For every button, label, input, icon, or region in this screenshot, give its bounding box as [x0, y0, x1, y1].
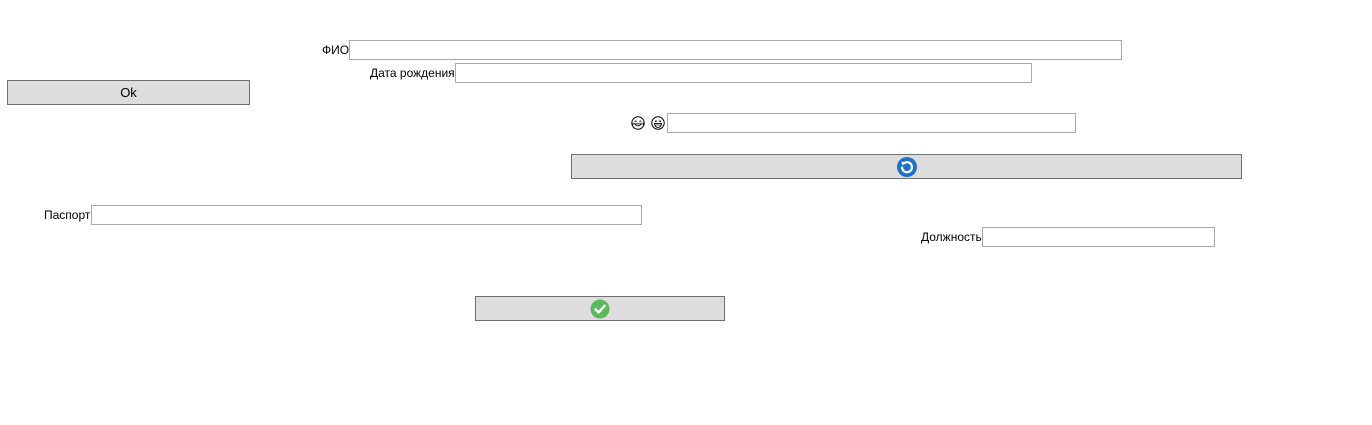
confirm-button[interactable]: [475, 296, 725, 321]
ok-button[interactable]: Ok: [7, 80, 250, 105]
position-input[interactable]: [982, 227, 1215, 247]
fio-input[interactable]: [349, 40, 1122, 60]
crying-laughing-face-icon: [631, 116, 645, 130]
passport-input[interactable]: [91, 205, 642, 225]
refresh-button[interactable]: [571, 154, 1242, 179]
checkmark-icon: [590, 299, 610, 318]
emoji-input[interactable]: [667, 113, 1076, 133]
passport-label: Паспорт: [44, 208, 91, 222]
position-label: Должность: [921, 230, 982, 244]
fio-label: ФИО: [322, 43, 350, 57]
ok-button-label: Ok: [120, 85, 137, 100]
birthdate-label: Дата рождения: [370, 66, 455, 80]
birthdate-input[interactable]: [455, 63, 1032, 83]
grinning-face-icon: [651, 116, 665, 130]
refresh-icon: [896, 156, 917, 177]
